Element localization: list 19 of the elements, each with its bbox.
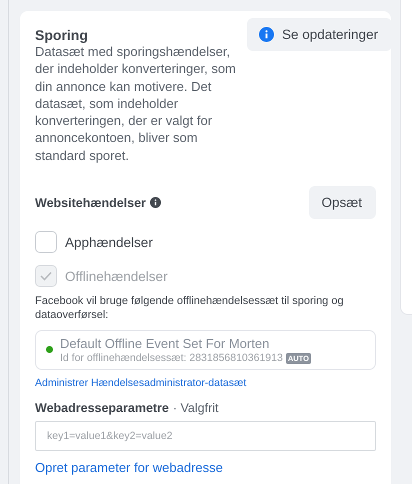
updates-button[interactable]: Se opdateringer (247, 18, 392, 51)
checkmark-icon (40, 271, 52, 282)
checkbox-label: Apphændelser (65, 234, 153, 250)
info-icon (150, 197, 161, 208)
setup-button[interactable]: Opsæt (309, 186, 376, 220)
website-events-label: Websitehændelser (35, 196, 146, 210)
url-params-label: Webadresseparametre (35, 401, 169, 416)
url-params-field[interactable]: key1=value1&key2=value2 (35, 421, 376, 452)
section-title: Sporing (35, 27, 89, 43)
section-description: Datasæt med sporingshændelser, der indeholder konverteringer, som din annonce kan motivere. Det datasæt, som indeholder konverteringen, der er valgt for annoncekontoen, bliver som standard sporet. (35, 43, 237, 164)
checkbox[interactable] (35, 231, 57, 254)
create-param-link[interactable]: Opret parameter for webadresse (35, 460, 223, 476)
manage-link[interactable]: Administrer Hændelsesadministrator-datasæt (35, 377, 246, 390)
offline-note: Facebook vil bruge følgende offlinehændelsessæt til sporing og dataoverførsel: (35, 294, 345, 322)
checkbox-label: Offlinehændelser (65, 268, 168, 284)
info-icon (259, 27, 274, 42)
optional-label: · Valgfrit (172, 401, 218, 416)
event-set-name: Default Offline Event Set For Morten (60, 335, 270, 352)
event-set-id: Id for offlinehændelsessæt: 2831856810361913 (60, 352, 283, 364)
